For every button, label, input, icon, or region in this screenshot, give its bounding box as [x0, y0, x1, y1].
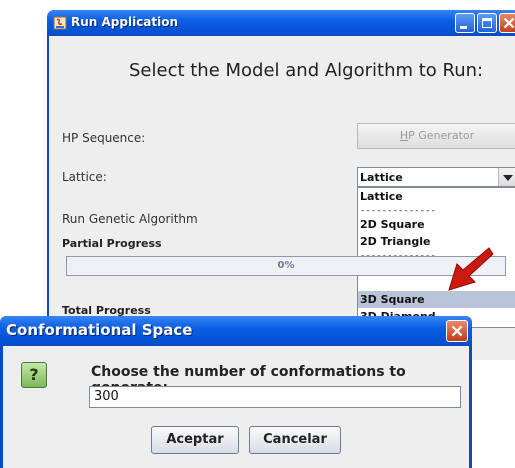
- partial-progress-bar: 0%: [66, 256, 506, 276]
- java-cup-icon: [53, 16, 67, 30]
- minimize-button[interactable]: [455, 13, 475, 33]
- partial-progress-label: Partial Progress: [62, 237, 162, 250]
- lattice-dropdown-toggle[interactable]: [498, 168, 515, 186]
- lattice-select-value: Lattice: [360, 171, 403, 184]
- close-icon: [503, 17, 515, 29]
- page-title: Select the Model and Algorithm to Run:: [129, 60, 484, 81]
- lattice-option[interactable]: Lattice: [358, 188, 515, 205]
- partial-progress-text: 0%: [277, 260, 295, 271]
- run-window-titlebar[interactable]: Run Application: [47, 10, 515, 36]
- dialog-title: Conformational Space: [6, 321, 193, 339]
- hp-button-mnemonic: H: [399, 129, 409, 142]
- red-arrow-icon: [448, 247, 494, 291]
- question-icon: ?: [21, 362, 47, 388]
- run-window-body: Select the Model and Algorithm to Run: H…: [47, 36, 515, 360]
- maximize-button[interactable]: [477, 13, 497, 33]
- dialog-body: ? Choose the number of conformations to …: [0, 346, 472, 468]
- run-application-window: Run Application Select the Model and Alg…: [47, 10, 515, 360]
- run-genetic-algorithm-label: Run Genetic Algorithm: [62, 212, 198, 226]
- dialog-titlebar[interactable]: Conformational Space: [0, 316, 472, 346]
- conformations-input[interactable]: 300: [89, 386, 461, 408]
- dialog-close-button[interactable]: [446, 320, 468, 342]
- accept-button[interactable]: Aceptar: [151, 426, 239, 454]
- maximize-icon: [482, 18, 492, 28]
- run-window-title: Run Application: [71, 15, 179, 29]
- lattice-option[interactable]: 2D Square: [358, 216, 515, 233]
- hp-button-label: P Generator: [408, 129, 475, 142]
- conformational-space-dialog: Conformational Space ? Choose the number…: [0, 316, 472, 468]
- chevron-down-icon: [503, 175, 513, 181]
- lattice-select[interactable]: Lattice: [357, 167, 515, 187]
- minimize-icon: [460, 26, 467, 29]
- close-button[interactable]: [499, 13, 515, 33]
- hp-sequence-label: HP Sequence:: [62, 131, 146, 145]
- hp-generator-button[interactable]: HP Generator: [357, 123, 515, 149]
- dropdown-separator: --------------: [360, 206, 436, 216]
- lattice-label: Lattice:: [62, 170, 107, 184]
- cancel-button[interactable]: Cancelar: [249, 426, 341, 454]
- close-icon: [451, 325, 463, 337]
